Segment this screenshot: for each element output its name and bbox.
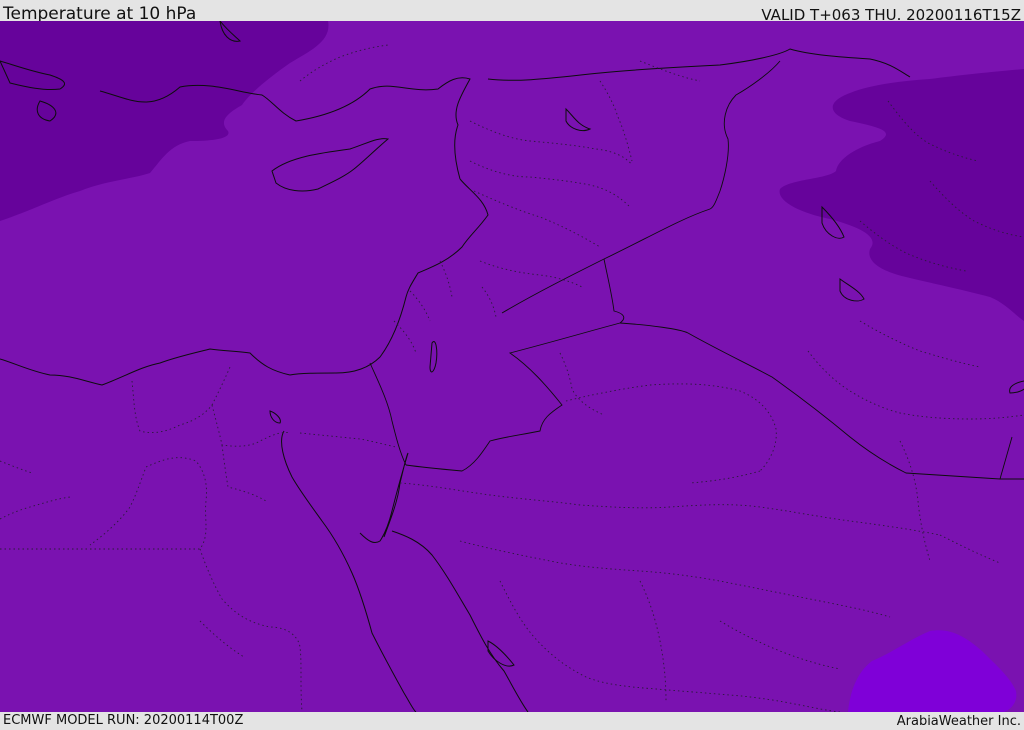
model-run-label: ECMWF MODEL RUN: 20200114T00Z [3, 713, 244, 728]
footer-bar: ECMWF MODEL RUN: 20200114T00Z ArabiaWeat… [0, 712, 1024, 729]
temperature-map [0, 21, 1024, 712]
credit-label: ArabiaWeather Inc. [896, 714, 1021, 729]
header-bar: Temperature at 10 hPa VALID T+063 THU. 2… [0, 0, 1024, 24]
